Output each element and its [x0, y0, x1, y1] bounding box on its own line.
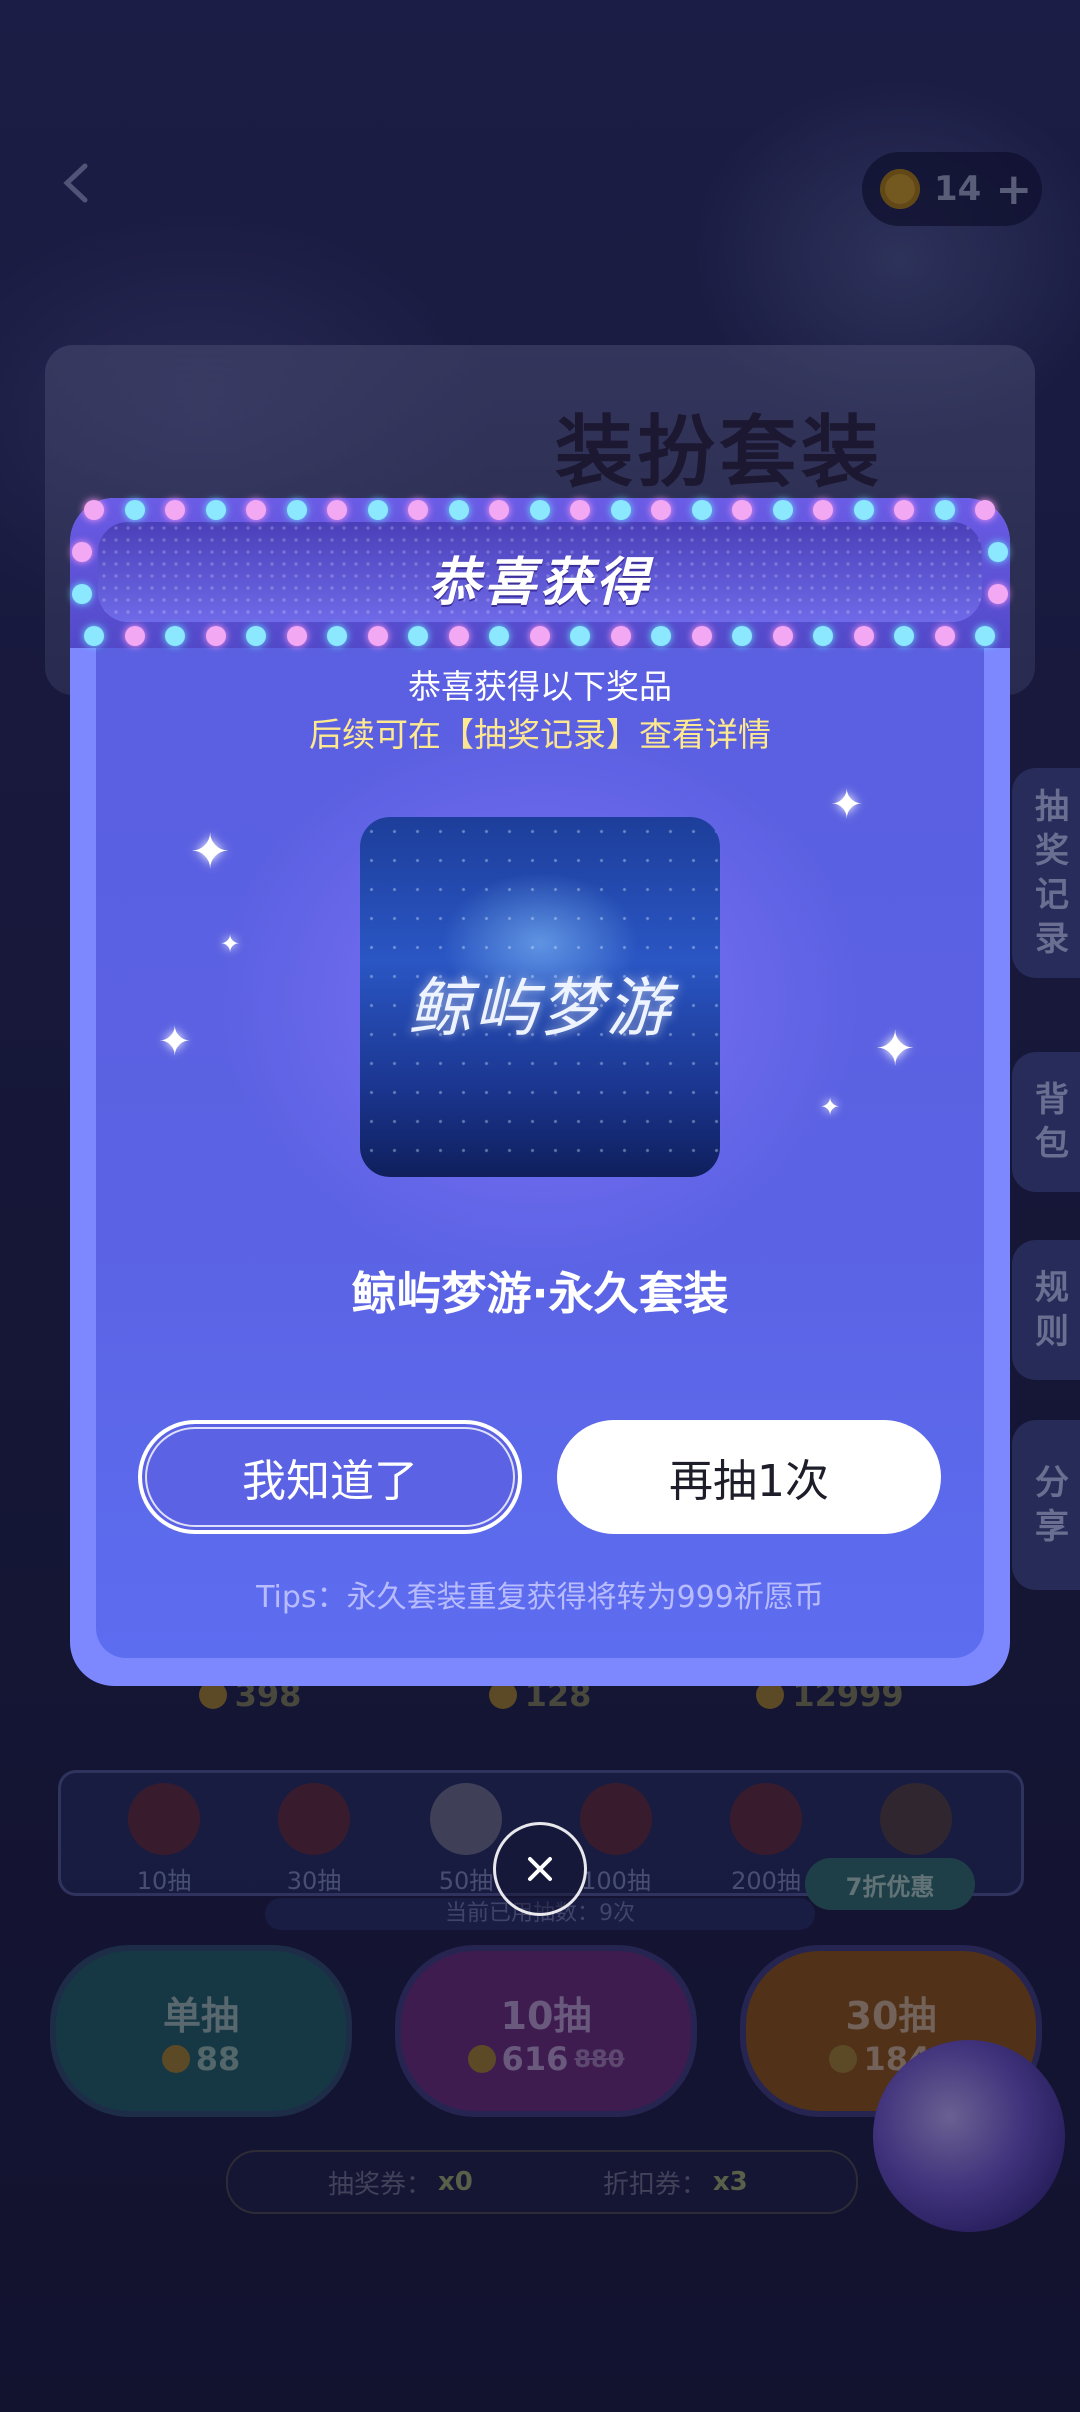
- sparkle-icon: ✦: [190, 824, 231, 880]
- sparkle-icon: ✦: [220, 930, 241, 958]
- bulb-light: [286, 626, 307, 646]
- bulb-light: [408, 626, 428, 646]
- bulb-light: [975, 626, 995, 646]
- bulb-light: [529, 500, 550, 520]
- bulb-light: [124, 500, 145, 520]
- bulb-light: [84, 626, 104, 646]
- bulb-light: [327, 500, 347, 520]
- bulb-light: [732, 626, 752, 646]
- bulb-light: [570, 500, 590, 520]
- bulb-light: [165, 500, 185, 520]
- bulb-light: [72, 584, 92, 604]
- modal-title: 恭喜获得: [427, 553, 652, 613]
- close-icon: [528, 1857, 552, 1881]
- bulb-light: [975, 500, 995, 520]
- bulb-light: [610, 626, 631, 646]
- bulb-light: [489, 500, 509, 520]
- bulb-light: [988, 584, 1008, 604]
- sparkle-icon: ✦: [820, 1093, 841, 1121]
- bulb-light: [570, 626, 590, 646]
- modal-header: 恭喜获得: [70, 498, 1010, 648]
- bulb-light: [988, 542, 1008, 562]
- bulb-light: [327, 626, 347, 646]
- bulb-light: [691, 500, 712, 520]
- bulb-light: [853, 500, 874, 520]
- bulb-light: [205, 626, 226, 646]
- bulb-light: [772, 500, 793, 520]
- bulb-light: [448, 500, 469, 520]
- bulb-light: [934, 626, 955, 646]
- bulb-light: [72, 542, 92, 562]
- bulb-light: [934, 500, 955, 520]
- bulb-light: [205, 500, 226, 520]
- bulb-light: [124, 626, 145, 646]
- modal-tips: Tips：永久套装重复获得将转为999祈愿币: [256, 1580, 824, 1615]
- bulb-light: [651, 626, 671, 646]
- bulb-light: [367, 626, 388, 646]
- bulb-light: [813, 626, 833, 646]
- prize-name: 鲸屿梦游·永久套装: [351, 1267, 729, 1320]
- sparkle-icon: ✦: [158, 1019, 192, 1065]
- bulb-light: [894, 626, 914, 646]
- bulb-light: [246, 626, 266, 646]
- bulb-light: [448, 626, 469, 646]
- acknowledge-button[interactable]: 我知道了: [138, 1420, 522, 1534]
- bulb-light: [610, 500, 631, 520]
- bulb-light: [894, 500, 914, 520]
- prize-image-title: 鲸屿梦游: [408, 972, 672, 1046]
- bulb-light: [286, 500, 307, 520]
- draw-again-button[interactable]: 再抽1次: [557, 1420, 941, 1534]
- bulb-light: [165, 626, 185, 646]
- sparkle-icon: ✦: [830, 782, 864, 828]
- bulb-light: [529, 626, 550, 646]
- bulb-light: [813, 500, 833, 520]
- bulb-light: [408, 500, 428, 520]
- bulb-light: [691, 626, 712, 646]
- sparkle-icon: ✦: [875, 1021, 916, 1077]
- bulb-light: [651, 500, 671, 520]
- bulb-light: [84, 500, 104, 520]
- prize-image: 鲸屿梦游: [360, 817, 720, 1177]
- bulb-light: [853, 626, 874, 646]
- bulb-light: [732, 500, 752, 520]
- bulb-light: [489, 626, 509, 646]
- bulb-light: [367, 500, 388, 520]
- bulb-light: [246, 500, 266, 520]
- bulb-light: [772, 626, 793, 646]
- close-button[interactable]: [493, 1822, 587, 1916]
